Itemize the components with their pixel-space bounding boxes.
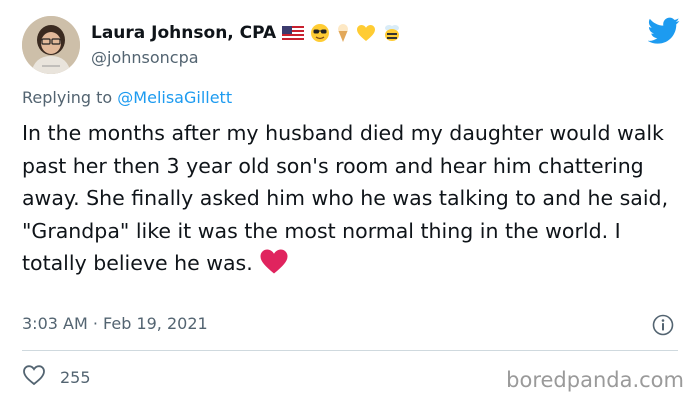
bee-icon (382, 23, 402, 43)
tweet-timestamp[interactable]: 3:03 AM · Feb 19, 2021 (22, 314, 208, 333)
yellow-heart-icon (356, 24, 376, 42)
twitter-bird-icon[interactable] (647, 17, 680, 45)
author-name[interactable]: Laura Johnson, CPA (91, 23, 276, 43)
us-flag-icon (282, 25, 305, 41)
red-heart-icon (259, 248, 289, 285)
author-handle[interactable]: @johnsoncpa (91, 48, 199, 67)
ice-cream-icon (336, 23, 350, 43)
sunglasses-face-icon (310, 23, 330, 43)
avatar[interactable] (22, 16, 80, 74)
watermark: boredpanda.com (506, 368, 684, 392)
info-icon[interactable] (652, 314, 674, 336)
heart-outline-icon (22, 364, 46, 390)
replying-to: Replying to @MelisaGillett (22, 88, 232, 107)
replying-prefix: Replying to (22, 88, 113, 107)
like-button[interactable]: 255 (22, 364, 91, 390)
tweet-text: In the months after my husband died my d… (22, 121, 669, 275)
like-count: 255 (60, 367, 91, 387)
avatar-image (22, 16, 80, 74)
author-row: Laura Johnson, CPA (91, 21, 402, 45)
reply-mention-link[interactable]: @MelisaGillett (117, 88, 232, 107)
divider (22, 350, 678, 351)
tweet-body: In the months after my husband died my d… (22, 117, 682, 285)
